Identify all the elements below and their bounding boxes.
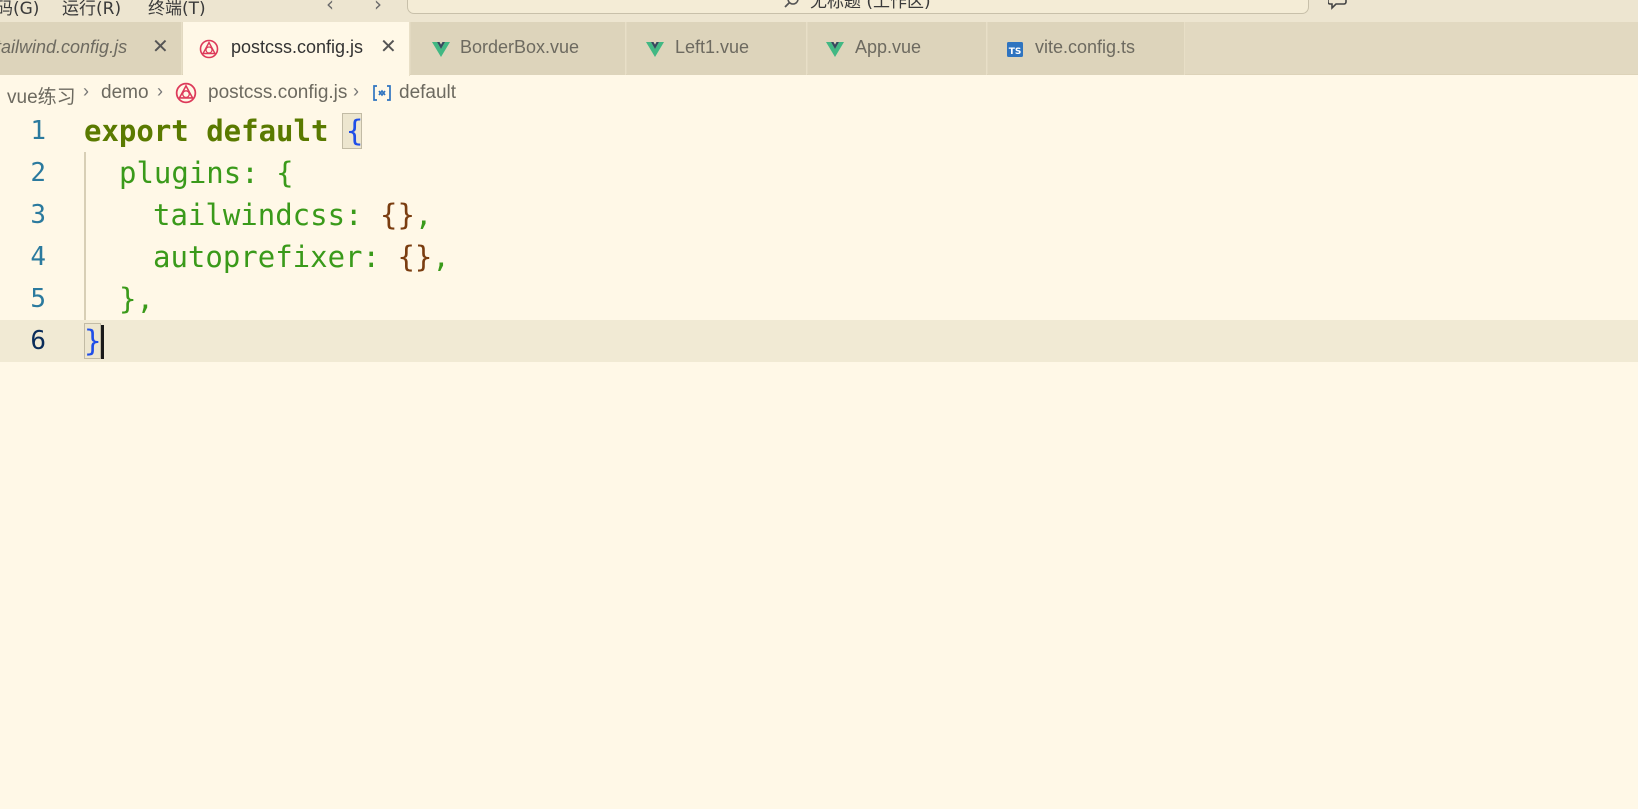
command-center-label: 无标题 (工作区): [810, 0, 931, 12]
vue-icon: [646, 42, 664, 57]
breadcrumb-item[interactable]: postcss.config.js: [208, 82, 347, 104]
line-number: 2: [30, 158, 46, 188]
code-line[interactable]: 5 },: [0, 278, 1638, 320]
chat-icon[interactable]: [1328, 0, 1350, 10]
code-line[interactable]: 1 export default {: [0, 110, 1638, 152]
line-number: 1: [30, 116, 46, 146]
text-cursor: [101, 325, 104, 359]
code-editor[interactable]: 1 export default { 2 plugins: { 3 tailwi…: [0, 110, 1638, 809]
svg-text:TS: TS: [1009, 47, 1022, 57]
typescript-icon: TS: [1007, 42, 1023, 57]
code-text: plugins: {: [119, 156, 294, 190]
tab-tailwind-config[interactable]: tailwind.config.js ✕: [0, 22, 182, 75]
chevron-right-icon: ›: [157, 81, 163, 101]
breadcrumb-item[interactable]: demo: [101, 82, 149, 104]
code-line-current[interactable]: 6 }: [0, 320, 1638, 362]
breadcrumb: vue练习 › demo › postcss.config.js › defau…: [0, 76, 1638, 110]
code-line[interactable]: 3 tailwindcss: {},: [0, 194, 1638, 236]
code-text: },: [119, 282, 154, 316]
line-number: 5: [30, 284, 46, 314]
menu-run[interactable]: 运行(R): [62, 0, 121, 19]
tab-app-vue[interactable]: App.vue: [808, 22, 987, 75]
code-text: }: [84, 324, 102, 358]
search-icon: [784, 0, 799, 8]
tab-bar: tailwind.config.js ✕ postcss.config.js ✕…: [0, 22, 1638, 76]
tab-postcss-config[interactable]: postcss.config.js ✕: [183, 22, 410, 76]
code-text: autoprefixer: {},: [153, 240, 450, 274]
chevron-right-icon: ›: [83, 81, 89, 101]
vue-icon: [826, 42, 844, 57]
close-icon[interactable]: ✕: [380, 35, 397, 57]
tab-vite-config-ts[interactable]: TS vite.config.ts: [988, 22, 1185, 75]
postcss-icon: [175, 82, 197, 104]
forward-arrow-icon[interactable]: ›: [374, 0, 382, 16]
tab-label: Left1.vue: [675, 37, 750, 57]
command-center[interactable]: 无标题 (工作区): [407, 0, 1309, 14]
code-text: export default {: [84, 114, 364, 148]
symbol-object-icon: [373, 85, 391, 101]
close-icon[interactable]: ✕: [152, 35, 169, 57]
tab-label: vite.config.ts: [1035, 37, 1136, 57]
postcss-icon: [199, 39, 219, 59]
vue-icon: [432, 42, 450, 57]
breadcrumb-item[interactable]: default: [399, 82, 456, 104]
tab-label: BorderBox.vue: [460, 37, 580, 57]
tab-label: App.vue: [855, 37, 922, 57]
line-number: 6: [30, 326, 46, 356]
line-number: 3: [30, 200, 46, 230]
code-line[interactable]: 2 plugins: {: [0, 152, 1638, 194]
menu-terminal[interactable]: 终端(T): [148, 0, 206, 19]
breadcrumb-item[interactable]: vue练习: [7, 82, 76, 109]
title-bar: 码(G) 运行(R) 终端(T) ‹ › 无标题 (工作区): [0, 0, 1638, 22]
code-line[interactable]: 4 autoprefixer: {},: [0, 236, 1638, 278]
code-text: tailwindcss: {},: [153, 198, 433, 232]
line-number: 4: [30, 242, 46, 272]
tab-left1-vue[interactable]: Left1.vue: [627, 22, 807, 75]
chevron-right-icon: ›: [353, 81, 359, 101]
tab-label: tailwind.config.js: [0, 37, 128, 57]
menu-goto[interactable]: 码(G): [0, 0, 39, 19]
tab-label: postcss.config.js: [231, 37, 364, 57]
tab-borderbox-vue[interactable]: BorderBox.vue: [411, 22, 626, 75]
back-arrow-icon[interactable]: ‹: [326, 0, 334, 16]
